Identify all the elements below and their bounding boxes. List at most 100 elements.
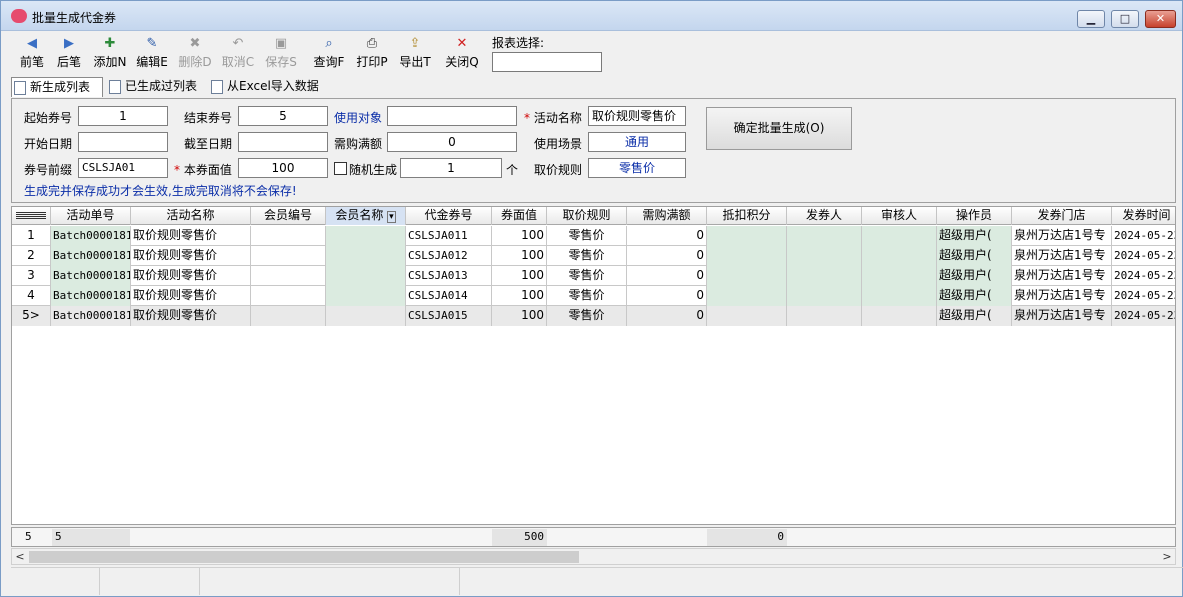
- delete-button[interactable]: ✖ 删除D: [176, 35, 214, 73]
- cell-time[interactable]: 2024-05-23: [1112, 266, 1175, 286]
- cell-operator[interactable]: 超级用户(: [937, 226, 1012, 246]
- table-row[interactable]: 4 Batch0000181 取价规则零售价 CSLSJA014 100 零售价 0 超级用户…: [12, 286, 1175, 306]
- cell-coupon[interactable]: CSLSJA014: [406, 286, 492, 306]
- title-bar[interactable]: 批量生成代金券 ▁ □ ✕: [1, 1, 1182, 31]
- scene-select[interactable]: 通用: [588, 132, 686, 152]
- tab-generated-list[interactable]: 已生成过列表: [107, 77, 205, 97]
- cancel-button[interactable]: ↶ 取消C: [219, 35, 257, 73]
- cell-operator[interactable]: 超级用户(: [937, 286, 1012, 306]
- min-amount-input[interactable]: 0: [387, 132, 517, 152]
- cell-member-name[interactable]: [326, 266, 406, 286]
- scroll-right-arrow-icon[interactable]: >: [1159, 549, 1175, 564]
- table-row[interactable]: 1 Batch0000181 取价规则零售价 CSLSJA011 100 零售价 0 超级用户…: [12, 226, 1175, 246]
- cell-time[interactable]: 2024-05-23: [1112, 226, 1175, 246]
- save-button[interactable]: ▣ 保存S: [262, 35, 300, 73]
- cell-rule[interactable]: 零售价: [547, 266, 627, 286]
- random-count-input[interactable]: 1: [400, 158, 502, 178]
- cell-auditor[interactable]: [862, 286, 937, 306]
- cell-min[interactable]: 0: [627, 226, 707, 246]
- cell-rule[interactable]: 零售价: [547, 226, 627, 246]
- cell-time[interactable]: 2024-05-23: [1112, 306, 1175, 326]
- cell-coupon[interactable]: CSLSJA013: [406, 266, 492, 286]
- cell-rule[interactable]: 零售价: [547, 286, 627, 306]
- cell-face[interactable]: 100: [492, 266, 547, 286]
- cell-order[interactable]: Batch0000181: [51, 266, 131, 286]
- target-label[interactable]: 使用对象: [334, 109, 382, 126]
- cell-member-no[interactable]: [251, 286, 326, 306]
- cell-issuer[interactable]: [787, 246, 862, 266]
- confirm-generate-button[interactable]: 确定批量生成(O): [706, 107, 852, 150]
- cell-rule[interactable]: 零售价: [547, 306, 627, 326]
- cell-auditor[interactable]: [862, 306, 937, 326]
- report-select-input[interactable]: [492, 52, 602, 72]
- cell-auditor[interactable]: [862, 226, 937, 246]
- cell-order[interactable]: Batch0000181: [51, 306, 131, 326]
- cell-order[interactable]: Batch0000181: [51, 286, 131, 306]
- cell-face[interactable]: 100: [492, 226, 547, 246]
- cell-order[interactable]: Batch0000181: [51, 246, 131, 266]
- cell-idx[interactable]: 4: [12, 286, 51, 306]
- cell-member-name[interactable]: [326, 246, 406, 266]
- cell-issuer[interactable]: [787, 266, 862, 286]
- cell-name[interactable]: 取价规则零售价: [131, 286, 251, 306]
- cell-member-name[interactable]: [326, 306, 406, 326]
- cell-idx[interactable]: 2: [12, 246, 51, 266]
- cell-min[interactable]: 0: [627, 246, 707, 266]
- close-window-button[interactable]: ✕: [1145, 10, 1176, 28]
- maximize-button[interactable]: □: [1111, 10, 1139, 28]
- cell-operator[interactable]: 超级用户(: [937, 246, 1012, 266]
- activity-input[interactable]: 取价规则零售价: [588, 106, 686, 126]
- cell-member-name[interactable]: [326, 226, 406, 246]
- random-checkbox[interactable]: [334, 162, 347, 175]
- cell-points[interactable]: [707, 286, 787, 306]
- tab-excel-import[interactable]: 从Excel导入数据: [209, 77, 339, 97]
- print-button[interactable]: ⎙ 打印P: [353, 35, 391, 73]
- col-auditor[interactable]: 审核人: [862, 207, 937, 225]
- minimize-button[interactable]: ▁: [1077, 10, 1105, 28]
- col-face[interactable]: 券面值: [492, 207, 547, 225]
- col-name[interactable]: 活动名称: [131, 207, 251, 225]
- cell-store[interactable]: 泉州万达店1号专: [1012, 306, 1112, 326]
- cell-coupon[interactable]: CSLSJA012: [406, 246, 492, 266]
- cell-store[interactable]: 泉州万达店1号专: [1012, 226, 1112, 246]
- end-date-input[interactable]: [238, 132, 328, 152]
- edit-button[interactable]: ✎ 编辑E: [133, 35, 171, 73]
- col-min[interactable]: 需购满额: [627, 207, 707, 225]
- close-button[interactable]: ✕ 关闭Q: [443, 35, 481, 73]
- cell-member-name[interactable]: [326, 286, 406, 306]
- cell-points[interactable]: [707, 306, 787, 326]
- cell-rule[interactable]: 零售价: [547, 246, 627, 266]
- cell-auditor[interactable]: [862, 266, 937, 286]
- start-no-input[interactable]: 1: [78, 106, 168, 126]
- cell-name[interactable]: 取价规则零售价: [131, 266, 251, 286]
- price-rule-select[interactable]: 零售价: [588, 158, 686, 178]
- cell-auditor[interactable]: [862, 246, 937, 266]
- cell-issuer[interactable]: [787, 286, 862, 306]
- cell-coupon[interactable]: CSLSJA015: [406, 306, 492, 326]
- cell-member-no[interactable]: [251, 266, 326, 286]
- cell-points[interactable]: [707, 226, 787, 246]
- cell-min[interactable]: 0: [627, 306, 707, 326]
- cell-store[interactable]: 泉州万达店1号专: [1012, 286, 1112, 306]
- face-input[interactable]: 100: [238, 158, 328, 178]
- cell-store[interactable]: 泉州万达店1号专: [1012, 246, 1112, 266]
- cell-min[interactable]: 0: [627, 266, 707, 286]
- col-coupon[interactable]: 代金券号: [406, 207, 492, 225]
- table-row[interactable]: 3 Batch0000181 取价规则零售价 CSLSJA013 100 零售价 0 超级用户…: [12, 266, 1175, 286]
- scroll-thumb[interactable]: [29, 551, 579, 563]
- col-rule[interactable]: 取价规则: [547, 207, 627, 225]
- cell-min[interactable]: 0: [627, 286, 707, 306]
- cell-member-no[interactable]: [251, 226, 326, 246]
- cell-points[interactable]: [707, 246, 787, 266]
- col-points[interactable]: 抵扣积分: [707, 207, 787, 225]
- add-button[interactable]: ✚ 添加N: [90, 35, 130, 73]
- col-operator[interactable]: 操作员: [937, 207, 1012, 225]
- col-time[interactable]: 发券时间: [1112, 207, 1175, 225]
- query-button[interactable]: ⌕ 查询F: [310, 35, 348, 73]
- col-member-no[interactable]: 会员编号: [251, 207, 326, 225]
- cell-time[interactable]: 2024-05-23: [1112, 286, 1175, 306]
- target-input[interactable]: [387, 106, 517, 126]
- col-issuer[interactable]: 发券人: [787, 207, 862, 225]
- cell-member-no[interactable]: [251, 306, 326, 326]
- cell-member-no[interactable]: [251, 246, 326, 266]
